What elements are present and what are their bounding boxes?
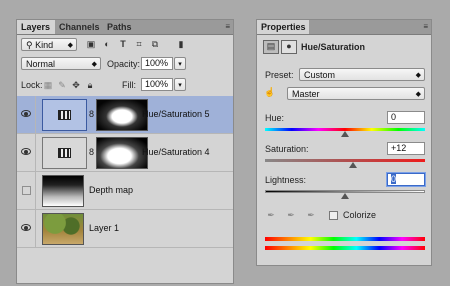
layer-row-hue-saturation-4[interactable]: 8 Hue/Saturation 4 xyxy=(17,134,233,172)
filter-shape-icon[interactable]: ⌗ xyxy=(133,38,145,50)
colorize-checkbox[interactable] xyxy=(329,211,338,220)
hue-saturation-icon xyxy=(58,110,71,120)
tab-properties[interactable]: Properties xyxy=(257,20,309,34)
link-chain-icon[interactable]: 8 xyxy=(89,109,95,120)
filter-kind-select[interactable]: ⚲ Kind ◆ xyxy=(21,38,77,51)
opacity-label: Opacity: xyxy=(107,59,141,69)
layers-tabbar: Layers Channels Paths ≡ xyxy=(17,20,233,35)
hue-saturation-icon xyxy=(58,148,71,158)
filter-type-icon[interactable]: T xyxy=(117,38,129,50)
properties-title: Hue/Saturation xyxy=(301,42,366,52)
layer-row-hue-saturation-5[interactable]: 8 Hue/Saturation 5 xyxy=(17,96,233,134)
layer-thumbnail[interactable] xyxy=(42,213,84,245)
filter-smart-object-icon[interactable]: ⧉ xyxy=(149,38,161,50)
visibility-cell[interactable] xyxy=(17,96,36,134)
opacity-dropdown-button[interactable]: ▾ xyxy=(174,57,186,70)
filter-adjustment-icon[interactable]: ◐ xyxy=(101,38,113,50)
fill-dropdown-button[interactable]: ▾ xyxy=(174,78,186,91)
panel-menu-icon[interactable]: ≡ xyxy=(225,22,230,31)
adjustment-thumbnail[interactable] xyxy=(42,99,87,131)
lightness-slider-thumb[interactable] xyxy=(341,193,349,199)
fill-field[interactable]: 100% xyxy=(141,78,173,91)
adjustment-thumbnail[interactable] xyxy=(42,137,87,169)
blend-mode-select[interactable]: Normal ◆ xyxy=(21,57,101,70)
output-color-spectrum xyxy=(265,246,425,250)
saturation-field[interactable]: +12 xyxy=(387,142,425,155)
eyedropper-subtract-icon[interactable]: ✒ xyxy=(305,209,317,221)
layer-name[interactable]: Hue/Saturation 5 xyxy=(142,108,210,120)
lock-position-icon[interactable]: ✥ xyxy=(71,79,81,91)
input-color-spectrum xyxy=(265,237,425,241)
layer-row-layer-1[interactable]: Layer 1 xyxy=(17,210,233,248)
lock-image-icon[interactable]: ✎ xyxy=(57,79,67,91)
visibility-cell[interactable] xyxy=(17,134,36,172)
lightness-label: Lightness: xyxy=(265,175,307,185)
eye-icon[interactable] xyxy=(21,110,31,117)
search-icon: ⚲ xyxy=(26,40,36,50)
layer-name[interactable]: Layer 1 xyxy=(89,222,119,234)
mask-properties-icon[interactable]: ● xyxy=(281,40,297,54)
layer-name[interactable]: Hue/Saturation 4 xyxy=(142,146,210,158)
targeted-adjustment-hand-icon[interactable]: ☝ xyxy=(263,86,277,98)
hue-field[interactable]: 0 xyxy=(387,111,425,124)
visibility-off-box[interactable] xyxy=(22,186,31,195)
layer-mask-thumbnail[interactable] xyxy=(96,137,148,169)
panel-menu-icon[interactable]: ≡ xyxy=(423,22,428,31)
chevron-down-icon: ◆ xyxy=(91,61,97,68)
range-value: Master xyxy=(292,89,320,99)
fill-label: Fill: xyxy=(122,80,136,90)
preset-label: Preset: xyxy=(265,70,294,80)
saturation-label: Saturation: xyxy=(265,144,309,154)
range-select[interactable]: Master ◆ xyxy=(287,87,425,100)
filter-kind-label: Kind xyxy=(35,40,54,50)
link-chain-icon[interactable]: 8 xyxy=(89,147,95,158)
preset-select[interactable]: Custom ◆ xyxy=(299,68,425,81)
layer-thumbnail[interactable] xyxy=(42,175,84,207)
chevron-down-icon: ◆ xyxy=(67,42,73,49)
lightness-field[interactable]: 0 xyxy=(387,173,425,186)
tab-layers[interactable]: Layers xyxy=(17,20,55,34)
lock-label: Lock: xyxy=(21,80,43,90)
opacity-field[interactable]: 100% xyxy=(141,57,173,70)
lock-all-icon[interactable]: 🔒︎ xyxy=(85,79,95,91)
layer-name[interactable]: Depth map xyxy=(89,184,133,196)
saturation-slider-track[interactable] xyxy=(265,159,425,162)
visibility-cell[interactable] xyxy=(17,172,36,210)
hue-label: Hue: xyxy=(265,113,285,123)
eyedropper-icon[interactable]: ✒ xyxy=(265,209,277,221)
tab-channels[interactable]: Channels xyxy=(55,20,103,34)
lock-transparent-icon[interactable]: ▦ xyxy=(43,79,53,91)
hue-slider-thumb[interactable] xyxy=(341,131,349,137)
eyedropper-add-icon[interactable]: ✒ xyxy=(285,209,297,221)
lightness-value: 0 xyxy=(391,174,397,184)
saturation-slider-thumb[interactable] xyxy=(349,162,357,168)
properties-tabbar: Properties ≡ xyxy=(257,20,431,35)
eye-icon[interactable] xyxy=(21,148,31,155)
chevron-down-icon: ◆ xyxy=(415,72,421,79)
colorize-label: Colorize xyxy=(343,210,377,220)
layer-mask-thumbnail[interactable] xyxy=(96,99,148,131)
blend-mode-value: Normal xyxy=(26,59,56,69)
filter-toggle-icon[interactable]: ▮ xyxy=(175,38,187,50)
properties-panel: Properties ≡ ▤ ● Hue/Saturation Preset: … xyxy=(256,19,432,266)
layer-row-depth-map[interactable]: Depth map xyxy=(17,172,233,210)
eye-icon[interactable] xyxy=(21,224,31,231)
tab-paths[interactable]: Paths xyxy=(103,20,139,34)
adjustment-properties-icon[interactable]: ▤ xyxy=(263,40,279,54)
preset-value: Custom xyxy=(304,70,336,80)
layers-panel: Layers Channels Paths ≡ ⚲ Kind ◆ ▣ ◐ T ⌗… xyxy=(16,19,234,284)
filter-pixel-icon[interactable]: ▣ xyxy=(85,38,97,50)
visibility-cell[interactable] xyxy=(17,210,36,248)
chevron-down-icon: ◆ xyxy=(415,91,421,98)
